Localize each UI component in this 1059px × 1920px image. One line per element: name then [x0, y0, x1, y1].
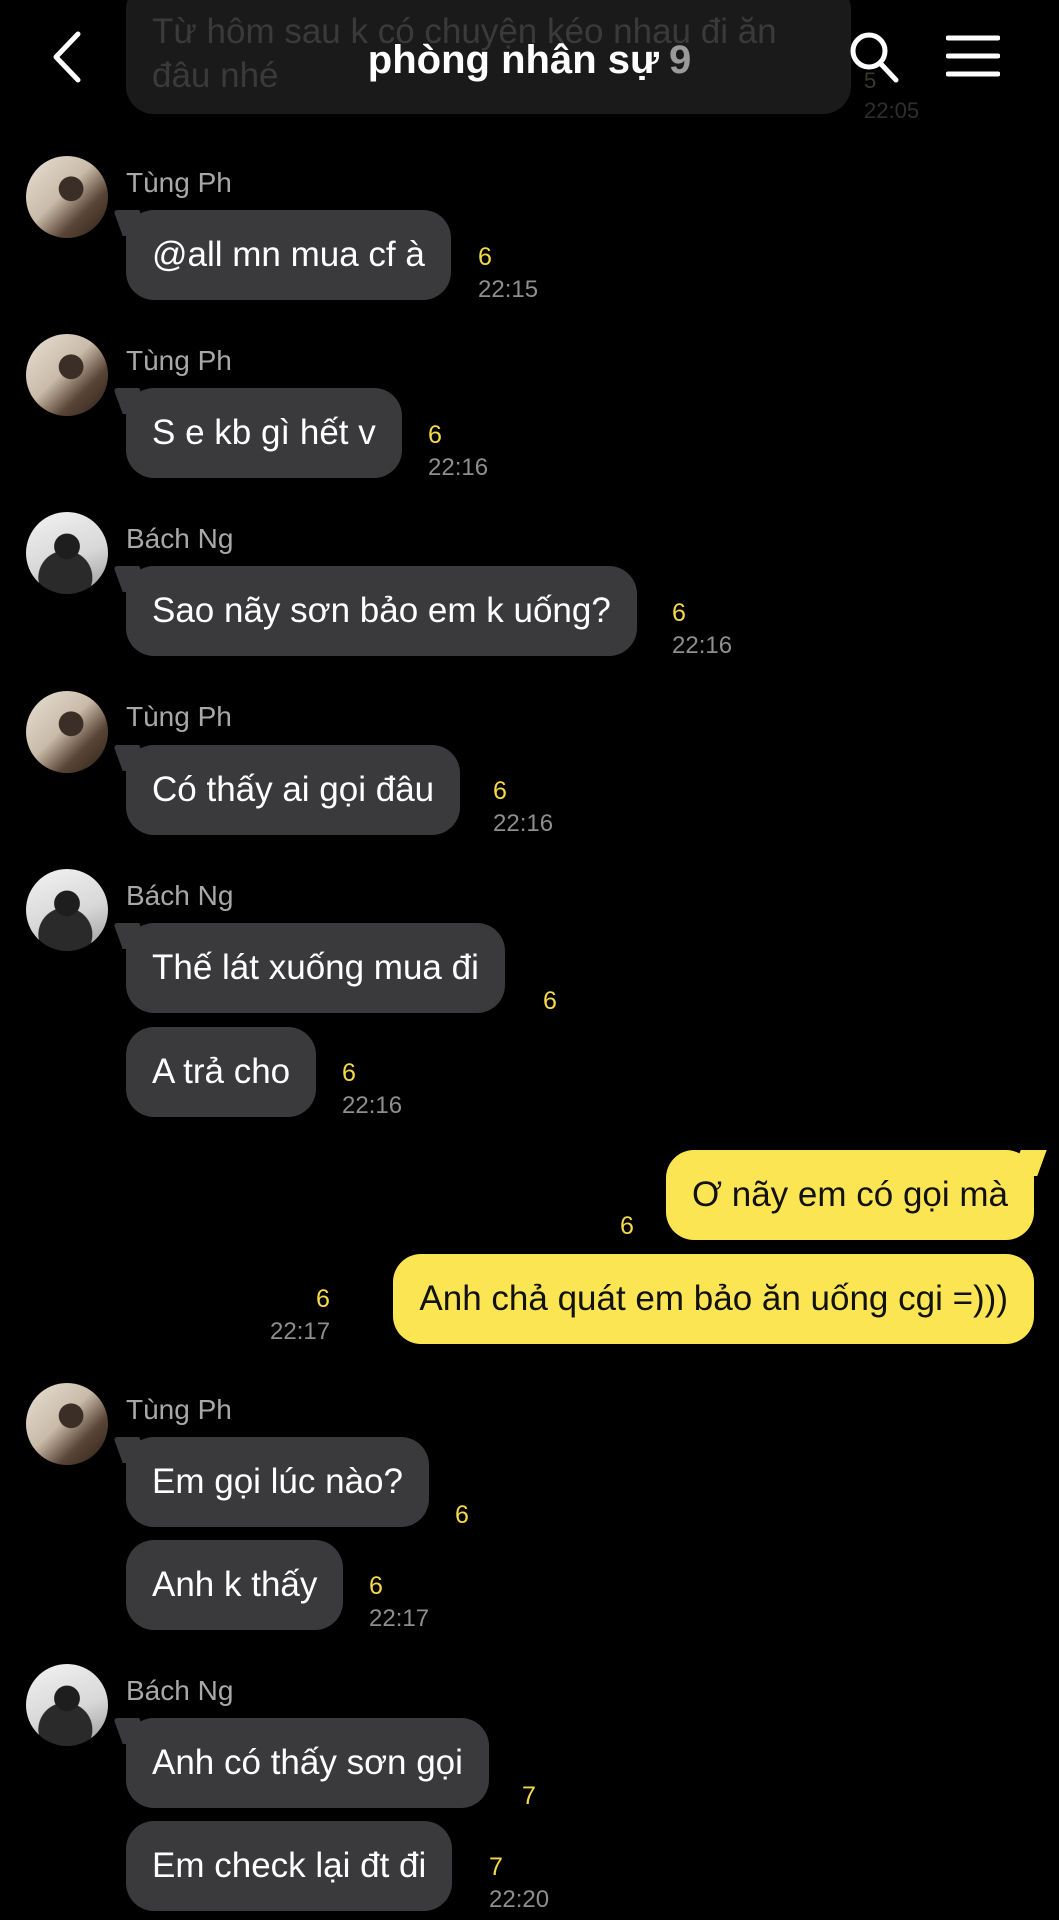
sender-name: Tùng Ph: [126, 167, 232, 198]
hamburger-menu-icon: [945, 35, 1001, 77]
chat-header: phòng nhân sự 9: [0, 0, 1059, 118]
read-count: 6: [455, 1501, 469, 1529]
message-bubble[interactable]: Sao nãy sơn bảo em k uống?: [126, 566, 637, 656]
read-count: 7: [522, 1782, 536, 1810]
read-count: 6: [428, 421, 442, 449]
menu-button[interactable]: [945, 34, 1001, 78]
my-message-bubble[interactable]: Anh chả quát em bảo ăn uống cgi =))): [393, 1254, 1034, 1344]
message-time: 22:16: [342, 1092, 403, 1119]
message-bubble[interactable]: Có thấy ai gọi đâu: [126, 745, 461, 835]
avatar-tung-ph[interactable]: [26, 334, 108, 416]
read-count: 6: [478, 243, 492, 271]
read-count: 6: [620, 1212, 634, 1240]
message-time: 22:16: [672, 632, 733, 659]
member-count: 9: [668, 38, 692, 82]
message-time: 22:17: [270, 1318, 331, 1345]
read-count: 6: [316, 1285, 330, 1313]
avatar-tung-ph[interactable]: [26, 691, 108, 773]
sender-name: Bách Ng: [126, 523, 234, 554]
chat-screen: Từ hôm sau k có chuyện kéo nhau đi ăn đâ…: [0, 0, 1059, 1920]
sender-name: Tùng Ph: [126, 1394, 232, 1425]
message-time: 22:16: [493, 810, 554, 837]
message-bubble[interactable]: S e kb gì hết v: [126, 388, 402, 478]
message-time: 22:16: [428, 454, 489, 481]
sender-name: Bách Ng: [126, 880, 234, 911]
read-count: 6: [493, 777, 507, 805]
read-count: 6: [543, 987, 557, 1015]
message-bubble[interactable]: Em gọi lúc nào?: [126, 1437, 429, 1527]
sender-name: Bách Ng: [126, 1675, 234, 1706]
search-button[interactable]: [848, 30, 900, 84]
avatar-tung-ph[interactable]: [26, 1383, 108, 1465]
read-count: 6: [672, 599, 686, 627]
avatar-tung-ph[interactable]: [26, 156, 108, 238]
message-bubble[interactable]: Anh k thấy: [126, 1540, 344, 1630]
search-icon: [850, 32, 899, 83]
chat-title[interactable]: phòng nhân sự 9: [0, 36, 1059, 84]
avatar-bach-ng[interactable]: [26, 869, 108, 951]
message-bubble[interactable]: @all mn mua cf à: [126, 210, 451, 300]
read-count: 6: [342, 1059, 356, 1087]
message-time: 22:20: [489, 1886, 550, 1913]
read-count: 7: [489, 1853, 503, 1881]
message-time: 22:15: [478, 276, 539, 303]
message-time: 22:17: [369, 1605, 430, 1632]
read-count: 6: [369, 1572, 383, 1600]
sender-name: Tùng Ph: [126, 345, 232, 376]
message-bubble[interactable]: Em check lại đt đi: [126, 1821, 453, 1911]
avatar-bach-ng[interactable]: [26, 1664, 108, 1746]
avatar-bach-ng[interactable]: [26, 512, 108, 594]
message-bubble[interactable]: Anh có thấy sơn gọi: [126, 1718, 489, 1808]
group-name: phòng nhân sự: [367, 38, 659, 82]
sender-name: Tùng Ph: [126, 701, 232, 732]
my-message-bubble[interactable]: Ơ nãy em có gọi mà: [666, 1150, 1034, 1240]
message-bubble[interactable]: Thế lát xuống mua đi: [126, 923, 505, 1013]
message-bubble[interactable]: A trả cho: [126, 1027, 317, 1117]
